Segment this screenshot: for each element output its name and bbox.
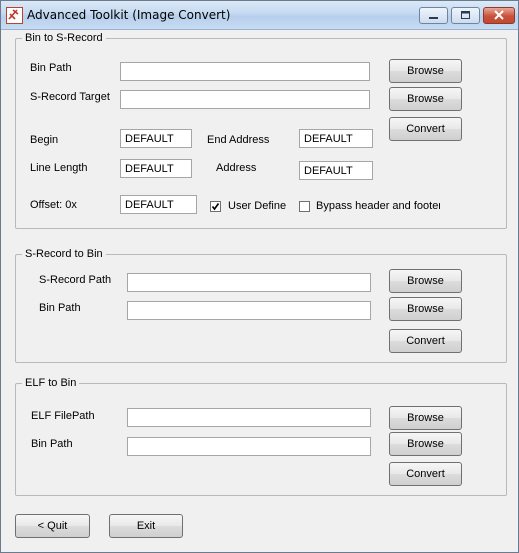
elf-path-label: ELF FilePath <box>31 410 95 422</box>
address-label: Address <box>216 162 257 174</box>
browse-srec-path-button[interactable]: Browse <box>389 269 462 293</box>
exit-button[interactable]: Exit <box>109 514 183 538</box>
srec-target-label: S-Record Target <box>30 91 110 103</box>
browse-bin-button[interactable]: Browse <box>389 59 462 83</box>
line-length-label: Line Length <box>30 162 88 174</box>
bypass-label[interactable]: Bypass header and footer <box>316 200 440 212</box>
line-length-input[interactable]: DEFAULT <box>120 159 192 178</box>
end-address-input[interactable]: DEFAULT <box>299 129 373 148</box>
browse-elf-path-button[interactable]: Browse <box>389 406 462 430</box>
begin-input[interactable]: DEFAULT <box>120 129 192 148</box>
srec-path-label: S-Record Path <box>39 274 112 286</box>
offset-label: Offset: 0x <box>30 199 77 211</box>
browse-srec-bin-path-button[interactable]: Browse <box>389 297 462 321</box>
elf-bin-path-input[interactable] <box>127 437 371 456</box>
user-define-checkbox[interactable] <box>210 201 221 212</box>
app-icon <box>6 7 23 24</box>
close-button[interactable] <box>483 7 515 24</box>
convert-elf-to-bin-button[interactable]: Convert <box>389 462 462 486</box>
browse-elf-bin-path-button[interactable]: Browse <box>389 432 462 456</box>
srec-target-input[interactable] <box>120 90 370 109</box>
srec-bin-path-label: Bin Path <box>39 302 81 314</box>
group-title: S-Record to Bin <box>22 248 106 260</box>
elf-path-input[interactable] <box>127 408 371 427</box>
bin-path-label: Bin Path <box>30 62 72 74</box>
address-input[interactable]: DEFAULT <box>299 161 373 180</box>
maximize-button[interactable] <box>451 7 480 24</box>
user-define-label[interactable]: User Define <box>228 200 286 212</box>
srec-path-input[interactable] <box>127 273 371 292</box>
srec-bin-path-input[interactable] <box>127 301 371 320</box>
checkmark-icon <box>211 203 220 211</box>
app-window: Advanced Toolkit (Image Convert) Bin to … <box>0 0 519 553</box>
minimize-button[interactable] <box>419 7 448 24</box>
group-title: Bin to S-Record <box>22 32 106 44</box>
convert-bin-to-srec-button[interactable]: Convert <box>389 117 462 141</box>
offset-input[interactable]: DEFAULT <box>120 195 197 214</box>
begin-label: Begin <box>30 134 59 146</box>
bypass-checkbox[interactable] <box>299 201 310 212</box>
group-title: ELF to Bin <box>22 377 80 389</box>
bin-path-input[interactable] <box>120 62 370 81</box>
browse-srec-target-button[interactable]: Browse <box>389 87 462 111</box>
end-address-label: End Address <box>207 134 270 146</box>
title-bar[interactable]: Advanced Toolkit (Image Convert) <box>1 1 518 30</box>
elf-bin-path-label: Bin Path <box>31 438 73 450</box>
window-title: Advanced Toolkit (Image Convert) <box>27 8 231 22</box>
quit-button[interactable]: < Quit <box>15 514 90 538</box>
convert-srec-to-bin-button[interactable]: Convert <box>389 329 462 353</box>
